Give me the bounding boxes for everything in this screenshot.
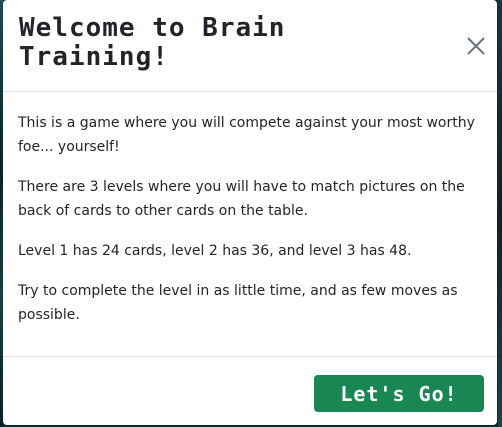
close-icon [467, 37, 485, 55]
close-button[interactable] [465, 35, 487, 57]
modal-header: Welcome to Brain Training! [3, 0, 497, 92]
modal-footer: Let's Go! [3, 356, 497, 425]
background-right-edge [498, 0, 502, 427]
card-count-paragraph: Level 1 has 24 cards, level 2 has 36, an… [18, 243, 412, 259]
intro-paragraph: This is a game where you will compete ag… [18, 115, 475, 155]
levels-paragraph: There are 3 levels where you will have t… [18, 179, 465, 219]
lets-go-button[interactable]: Let's Go! [314, 375, 484, 412]
welcome-modal: Welcome to Brain Training! This is a gam… [3, 0, 497, 425]
goal-paragraph: Try to complete the level in as little t… [18, 283, 458, 323]
modal-body: This is a game where you will compete ag… [18, 111, 478, 343]
modal-title: Welcome to Brain Training! [19, 13, 286, 72]
